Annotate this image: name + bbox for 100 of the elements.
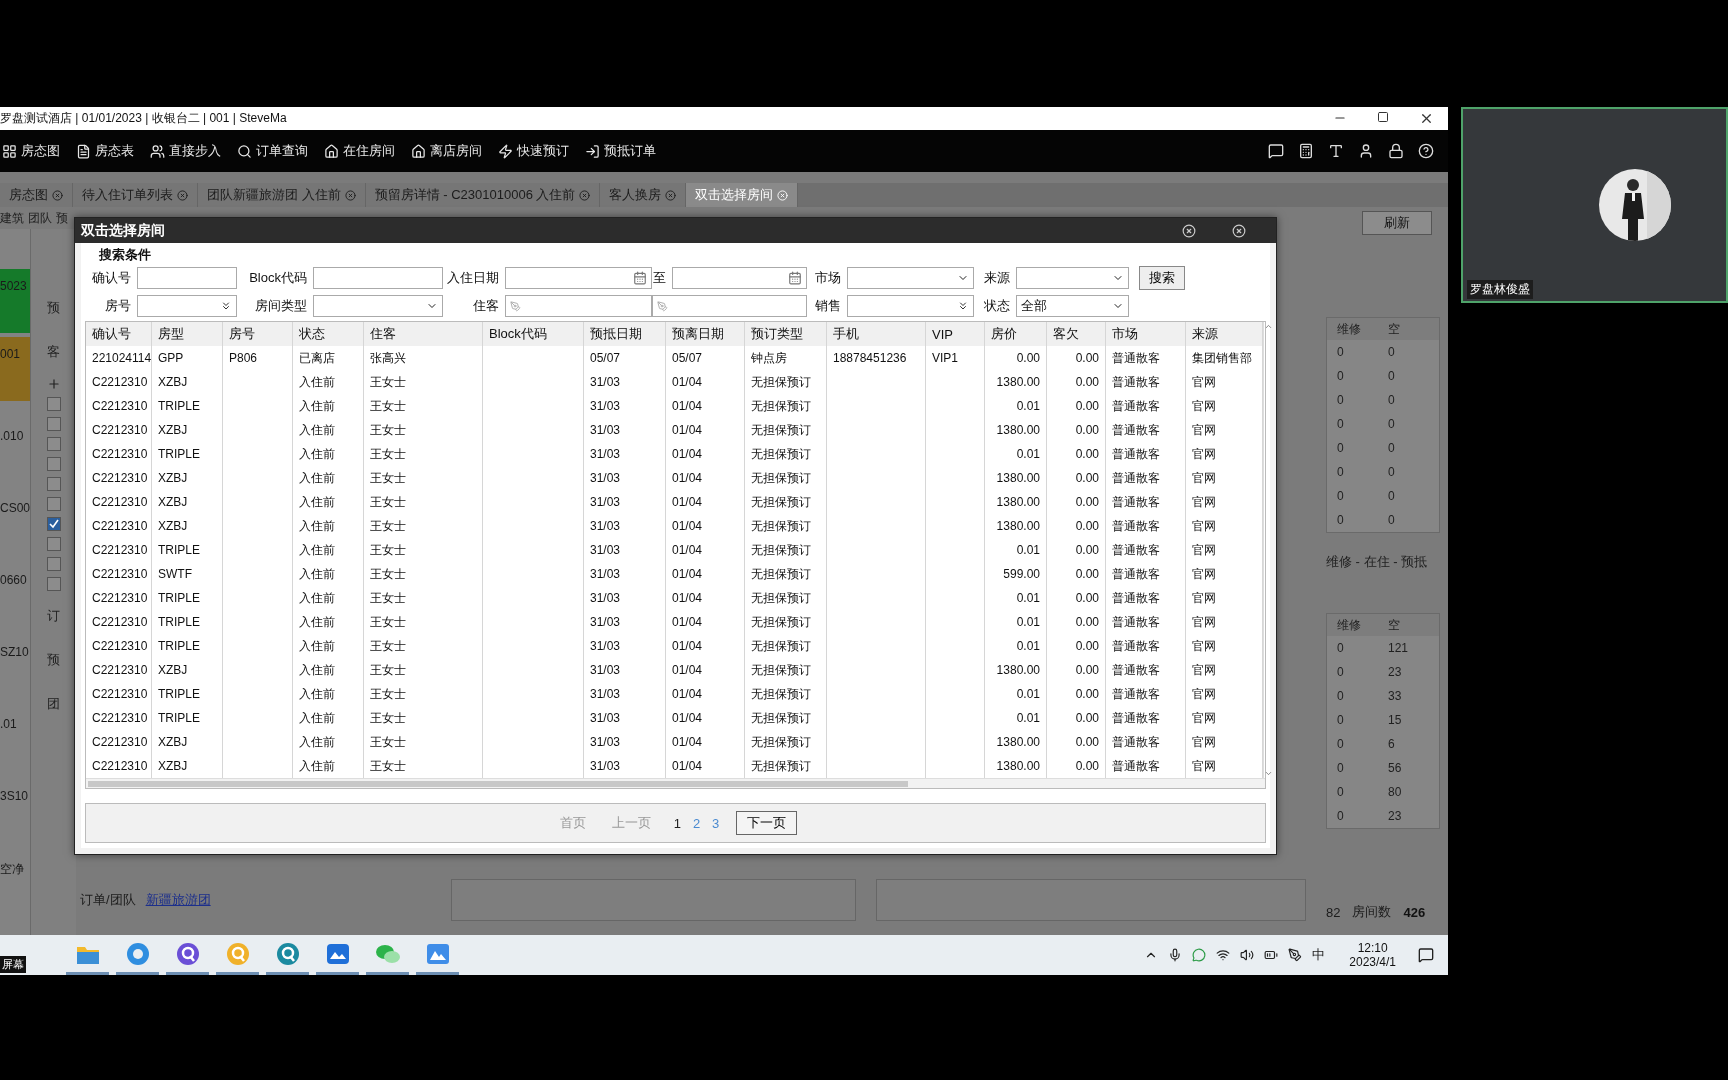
scrollbar[interactable]	[86, 778, 1265, 788]
side-label: 预	[47, 299, 60, 317]
legend-text: 维修 - 在住 - 预抵	[1326, 553, 1429, 571]
select-field[interactable]	[137, 295, 237, 317]
table-cell-text: 0	[1388, 513, 1396, 527]
battery-icon[interactable]	[1264, 948, 1279, 962]
toolbar-button[interactable]: 房态图	[0, 142, 62, 160]
input-field[interactable]	[313, 267, 443, 289]
table-cell-text: 0	[1337, 417, 1345, 431]
checkbox[interactable]	[46, 437, 61, 451]
checkbox[interactable]	[46, 497, 61, 511]
double-chevron-icon	[957, 300, 969, 312]
calculator-icon[interactable]	[1298, 143, 1314, 159]
chat-icon	[374, 942, 401, 965]
pen-icon	[657, 300, 668, 312]
add-icon[interactable]	[46, 377, 61, 391]
checkbox[interactable]	[46, 477, 61, 491]
refresh-button[interactable]: 刷新	[1362, 211, 1432, 235]
date-field[interactable]	[672, 267, 807, 289]
toolbar-button[interactable]: 快速预订	[496, 142, 571, 160]
message-icon[interactable]	[1268, 143, 1284, 159]
room-count-label: 房间数	[1352, 903, 1392, 921]
toolbar-button[interactable]: 离店房间	[409, 142, 484, 160]
scroll-down-icon[interactable]	[1264, 769, 1273, 778]
field-label: 确认号	[91, 269, 132, 287]
wifi-icon[interactable]	[1216, 948, 1231, 962]
notification-icon[interactable]	[1418, 947, 1434, 963]
table-cell-text: 0	[1388, 465, 1396, 479]
table-cell-text: 0	[1388, 489, 1396, 503]
lock-icon[interactable]	[1388, 143, 1404, 159]
table-cell-text: 0	[1337, 513, 1345, 527]
table-cell-text: 0	[1337, 465, 1345, 479]
tab[interactable]: 客人换房	[600, 183, 687, 207]
checkbox[interactable]	[46, 417, 61, 431]
room-code: 5023	[0, 269, 30, 333]
checkbox[interactable]	[46, 577, 61, 591]
select-field[interactable]	[313, 295, 443, 317]
close-icon[interactable]	[1419, 111, 1434, 126]
side-label: 预	[47, 651, 60, 669]
q-logo-icon	[275, 941, 300, 966]
table-cell-text: 0	[1337, 393, 1345, 407]
table-cell-text: 0	[1337, 737, 1345, 751]
login-icon	[585, 143, 600, 159]
tab[interactable]: 预留房详情 - C2301010006 入住前	[365, 183, 601, 207]
room-code: SZ10	[0, 644, 30, 661]
input-method-indicator[interactable]: 中	[1312, 946, 1326, 964]
mountain-icon	[425, 942, 450, 965]
search-button[interactable]: 搜索	[1139, 266, 1185, 290]
toolbar-button[interactable]: 房态表	[74, 142, 136, 160]
select-field[interactable]	[847, 295, 974, 317]
select-field[interactable]	[1016, 267, 1129, 289]
text-icon[interactable]	[1328, 143, 1344, 159]
toolbar-button[interactable]: 直接步入	[148, 142, 223, 160]
tab[interactable]: 待入住订单列表	[73, 183, 198, 207]
checkbox[interactable]	[46, 537, 61, 551]
field-label: 状态	[983, 297, 1011, 315]
lightning-icon	[498, 143, 513, 159]
clock[interactable]: 12:10 2023/4/1	[1349, 941, 1396, 969]
checkbox[interactable]	[46, 517, 61, 531]
header-label: 预	[56, 209, 68, 227]
input-field[interactable]	[137, 267, 237, 289]
checkbox[interactable]	[46, 397, 61, 411]
page-link[interactable]: 1	[670, 815, 684, 831]
pen-icon[interactable]	[1288, 948, 1303, 962]
checkbox[interactable]	[46, 457, 61, 471]
scrollbar[interactable]	[1263, 322, 1273, 778]
input-field[interactable]	[505, 295, 652, 317]
restore-icon[interactable]	[1377, 111, 1389, 123]
header-label: 团队	[28, 209, 52, 227]
column-header: 维修	[1337, 320, 1362, 338]
tab[interactable]: 团队新疆旅游团 入住前	[198, 183, 366, 207]
date-field[interactable]	[505, 267, 652, 289]
tab[interactable]: 房态图	[0, 183, 73, 207]
toolbar-button[interactable]: 预抵订单	[583, 142, 658, 160]
circle-icon[interactable]	[1182, 223, 1196, 238]
microphone-icon[interactable]	[1168, 948, 1183, 962]
user-icon[interactable]	[1358, 143, 1374, 159]
table-cell-text: 0	[1388, 345, 1396, 359]
calendar-icon	[788, 271, 802, 285]
chat-icon[interactable]	[1192, 948, 1207, 962]
next-page-button[interactable]: 下一页	[736, 811, 798, 835]
side-label: 客	[47, 343, 60, 361]
people-icon	[150, 143, 165, 159]
table-cell-text: 0	[1337, 345, 1345, 359]
select-field[interactable]: 全部	[1016, 295, 1129, 317]
participant-name: 罗盘林俊盛	[1467, 280, 1533, 299]
input-field[interactable]	[652, 295, 807, 317]
scroll-up-icon[interactable]	[1264, 322, 1273, 331]
browser-icon	[125, 941, 150, 966]
help-icon[interactable]	[1418, 143, 1434, 159]
toolbar-button[interactable]: 订单查询	[235, 142, 310, 160]
select-field[interactable]	[847, 267, 974, 289]
volume-icon[interactable]	[1240, 948, 1255, 962]
toolbar-button[interactable]: 在住房间	[322, 142, 397, 160]
field-label: 来源	[983, 269, 1011, 287]
q-logo-icon	[175, 941, 200, 966]
table-cell-text: 0	[1337, 441, 1345, 455]
checkbox[interactable]	[46, 557, 61, 571]
table-cell-text: 33	[1388, 689, 1403, 703]
field-label: 销售	[814, 297, 842, 315]
